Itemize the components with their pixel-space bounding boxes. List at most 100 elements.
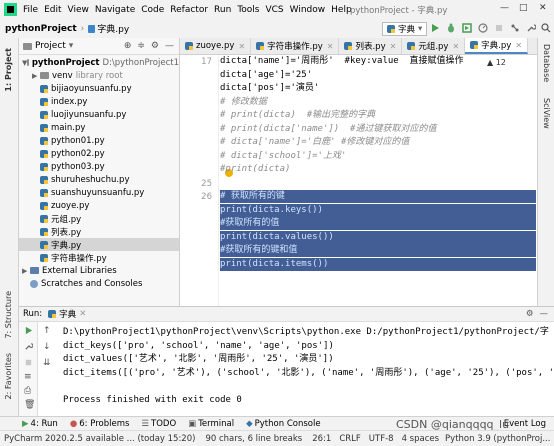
tab-problems[interactable]: ● 6: Problems: [70, 419, 130, 429]
menu-navigate[interactable]: Navigate: [95, 5, 135, 15]
tree-file[interactable]: main.py: [19, 121, 179, 134]
project-panel-title[interactable]: Project: [35, 41, 66, 51]
tab-event-log[interactable]: Event Log: [504, 419, 546, 429]
code-line[interactable]: #print(dicta): [220, 163, 290, 176]
tree-file[interactable]: python03.py: [19, 160, 179, 173]
tree-file-selected[interactable]: 字典.py: [19, 238, 179, 251]
print-icon[interactable]: ⎙: [24, 386, 31, 396]
locate-icon[interactable]: ⊕: [124, 41, 132, 51]
run-config-name[interactable]: 字典: [59, 308, 76, 320]
search-icon[interactable]: [541, 23, 551, 33]
code-line[interactable]: # print(dicta['name']) #通过键获取对应的值: [220, 123, 436, 136]
tree-file[interactable]: index.py: [19, 95, 179, 108]
code-line[interactable]: # 获取所有的键: [220, 190, 285, 203]
tree-scratches[interactable]: Scratches and Consoles: [19, 277, 179, 290]
scroll-end-icon[interactable]: ⇊: [43, 358, 51, 368]
code-line[interactable]: dicta['pos']='演员': [220, 82, 319, 95]
profile-icon[interactable]: [478, 23, 488, 33]
menu-refactor[interactable]: Refactor: [170, 5, 208, 15]
tree-file[interactable]: 字符串操作.py: [19, 251, 179, 264]
maximize-button[interactable]: □: [519, 3, 528, 13]
tab-zuoye[interactable]: zuoye.py ✕: [180, 38, 252, 54]
wrench-icon[interactable]: [24, 342, 33, 351]
tree-file[interactable]: python01.py: [19, 134, 179, 147]
close-window-button[interactable]: ✕: [539, 3, 547, 13]
rerun-icon[interactable]: [24, 326, 33, 335]
tab-python-console[interactable]: ◆ Python Console: [246, 419, 320, 429]
tree-file[interactable]: python02.py: [19, 147, 179, 160]
tree-file[interactable]: zuoye.py: [19, 199, 179, 212]
tree-root[interactable]: ▼ pythonProject D:\pythonProject1: [19, 56, 179, 69]
warning-count[interactable]: ▲ 12: [487, 58, 506, 67]
breadcrumb-project[interactable]: pythonProject: [5, 24, 77, 34]
run-icon[interactable]: [430, 23, 440, 33]
gear-icon[interactable]: ⚙: [151, 41, 159, 51]
tree-file[interactable]: 元组.py: [19, 212, 179, 225]
code-line[interactable]: dicta['name']='周雨彤' #key:value 直接赋值操作: [220, 55, 464, 68]
structure-tool-tab[interactable]: 7: Structure: [4, 291, 13, 339]
minimize-button[interactable]: —: [500, 3, 509, 13]
code-line[interactable]: #获取所有的键和值: [220, 244, 297, 257]
sciview-tool-tab[interactable]: SciView: [542, 98, 551, 129]
git-icon[interactable]: [510, 23, 520, 33]
menu-edit[interactable]: Edit: [44, 5, 61, 15]
hide-icon[interactable]: —: [165, 41, 174, 51]
close-icon[interactable]: ✕: [452, 42, 459, 51]
code-line[interactable]: # dicta['school']='上戏': [220, 150, 346, 163]
gear-icon[interactable]: ⚙: [526, 309, 534, 319]
favorites-tool-tab[interactable]: 2: Favorites: [4, 353, 13, 399]
close-icon[interactable]: ✕: [327, 42, 334, 51]
status-position[interactable]: 26:1: [312, 434, 331, 444]
coverage-icon[interactable]: [462, 23, 472, 33]
tree-file[interactable]: suanshuyunsuanfu.py: [19, 186, 179, 199]
menu-run[interactable]: Run: [214, 5, 231, 15]
tree-external-libraries[interactable]: ▶ External Libraries: [19, 264, 179, 277]
menu-window[interactable]: Window: [290, 5, 326, 15]
chevron-down-icon[interactable]: ▾: [69, 41, 74, 51]
menu-view[interactable]: View: [68, 5, 89, 15]
code-line[interactable]: # print(dicta) #输出完整的字典: [220, 109, 375, 122]
menu-help[interactable]: Help: [331, 5, 352, 15]
close-icon[interactable]: ✕: [390, 42, 397, 51]
tab-todo[interactable]: ☰ TODO: [141, 419, 176, 429]
tab-list[interactable]: 列表.py ✕: [339, 38, 403, 54]
code-line[interactable]: print(dicta.values()): [220, 231, 334, 244]
soft-wrap-icon[interactable]: ≡: [24, 372, 32, 382]
run-configuration-select[interactable]: 字典 ▾: [382, 22, 428, 36]
code-line[interactable]: dicta['age']='25': [220, 69, 312, 82]
menu-code[interactable]: Code: [141, 5, 164, 15]
menu-file[interactable]: File: [23, 5, 38, 15]
close-icon[interactable]: ✕: [238, 42, 245, 51]
debug-icon[interactable]: [446, 23, 456, 33]
tree-file[interactable]: luojiyunsuanfu.py: [19, 108, 179, 121]
tree-file[interactable]: 列表.py: [19, 225, 179, 238]
database-tool-tab[interactable]: Database: [542, 44, 551, 82]
code-line[interactable]: print(dicta.items()): [220, 258, 328, 271]
tab-dict[interactable]: 字典.py ✕: [465, 38, 529, 54]
tab-terminal[interactable]: ▣ Terminal: [188, 419, 234, 429]
arrow-down-icon[interactable]: ↓: [43, 342, 51, 352]
tab-tuple[interactable]: 元组.py ✕: [402, 38, 466, 54]
close-icon[interactable]: ✕: [515, 41, 522, 50]
wrench-icon[interactable]: [526, 23, 536, 33]
status-line-separator[interactable]: CRLF: [339, 434, 360, 444]
breadcrumb-file[interactable]: 字典.py: [97, 22, 129, 35]
code-line[interactable]: print(dicta.keys()): [220, 204, 323, 217]
status-encoding[interactable]: UTF-8: [369, 434, 394, 444]
code-line[interactable]: #获取所有的值: [220, 217, 279, 230]
arrow-up-icon[interactable]: ↑: [43, 326, 51, 336]
collapse-icon[interactable]: ≑: [137, 41, 145, 51]
status-message[interactable]: PyCharm 2020.2.5 available ... (today 15…: [4, 434, 195, 444]
hide-icon[interactable]: —: [540, 309, 549, 319]
delete-icon[interactable]: 🗑: [24, 400, 35, 410]
status-indent[interactable]: 4 spaces: [402, 434, 439, 444]
close-icon[interactable]: ✕: [79, 309, 86, 319]
stop-icon[interactable]: [24, 358, 33, 367]
code-editor[interactable]: 17 25 26 ▲ 12 dicta['name']='周雨彤' #key:val…: [180, 55, 537, 306]
code-line[interactable]: # 修改数据: [220, 96, 267, 109]
menu-vcs[interactable]: VCS: [265, 5, 283, 15]
tab-string-ops[interactable]: 字符串操作.py ✕: [251, 38, 340, 54]
tree-venv[interactable]: ▶ venv library root: [19, 69, 179, 82]
code-line[interactable]: # dicta['name']='白鹿' #修改键对应的值: [220, 136, 409, 149]
menu-tools[interactable]: Tools: [237, 5, 259, 15]
